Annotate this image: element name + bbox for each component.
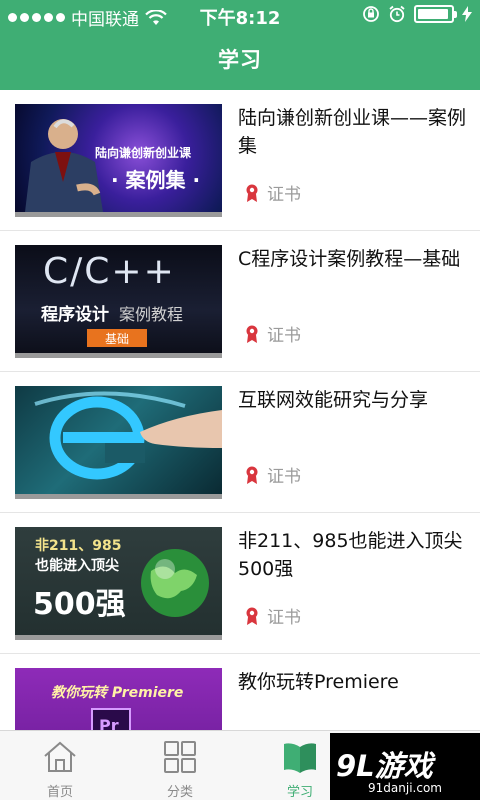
certificate-label: 证书 bbox=[267, 185, 301, 205]
thumbnail-text: · 案例集 · bbox=[111, 168, 201, 192]
status-icons bbox=[362, 5, 472, 23]
course-thumbnail[interactable]: 非211、985 也能进入顶尖 500强 bbox=[15, 527, 222, 640]
battery-icon bbox=[414, 5, 457, 23]
thumbnail-text: Pr bbox=[99, 716, 119, 730]
course-thumbnail[interactable]: C/C++ 程序设计 案例教程 基础 bbox=[15, 245, 222, 358]
certificate-label: 证书 bbox=[267, 326, 301, 346]
course-thumbnail[interactable]: 陆向谦创新创业课 · 案例集 · bbox=[15, 104, 222, 217]
thumbnail-text: 教你玩转 Premiere bbox=[51, 685, 184, 701]
tab-category[interactable]: 分类 bbox=[120, 731, 240, 800]
certificate-badge: 证书 bbox=[245, 603, 301, 628]
certificate-label: 证书 bbox=[267, 608, 301, 628]
certificate-badge: 证书 bbox=[245, 462, 301, 487]
course-thumbnail[interactable]: 教你玩转 Premiere Pr bbox=[15, 668, 222, 730]
tab-home[interactable]: 首页 bbox=[0, 731, 120, 800]
globe-icon bbox=[141, 549, 209, 617]
certificate-ribbon-icon bbox=[246, 607, 258, 625]
tab-label: 首页 bbox=[46, 785, 73, 800]
course-item[interactable]: 陆向谦创新创业课 · 案例集 · 陆向谦创新创业课——案例集 证书 bbox=[0, 90, 480, 231]
thumbnail-text: 也能进入顶尖 bbox=[35, 558, 119, 574]
thumbnail-text: 陆向谦创新创业课 bbox=[95, 146, 192, 160]
thumbnail-text: 案例教程 bbox=[119, 305, 184, 324]
rotation-lock-icon bbox=[363, 6, 379, 22]
status-bar: 中国联通 下午8:12 bbox=[0, 0, 480, 30]
course-title[interactable]: 教你玩转Premiere bbox=[238, 668, 470, 696]
home-icon bbox=[44, 741, 76, 772]
course-title[interactable]: 互联网效能研究与分享 bbox=[238, 386, 470, 414]
tab-label: 分类 bbox=[166, 785, 193, 800]
thumbnail-text: 基础 bbox=[104, 332, 129, 346]
course-item[interactable]: 非211、985 也能进入顶尖 500强 非211、985也能进入顶尖500强 … bbox=[0, 513, 480, 654]
app-header: 中国联通 下午8:12 学习 bbox=[0, 0, 480, 90]
thumbnail-text: C/C++ bbox=[43, 251, 176, 292]
certificate-badge: 证书 bbox=[245, 180, 301, 205]
site-watermark: 9L游戏 91danji.com bbox=[330, 733, 480, 800]
course-title[interactable]: 陆向谦创新创业课——案例集 bbox=[238, 104, 470, 160]
course-item[interactable]: 互联网效能研究与分享 证书 bbox=[0, 372, 480, 513]
watermark-url: 91danji.com bbox=[368, 781, 442, 795]
certificate-ribbon-icon bbox=[246, 184, 258, 202]
internet-explorer-logo-icon bbox=[34, 391, 222, 480]
level-tag: 基础 bbox=[87, 329, 147, 347]
charging-bolt-icon bbox=[462, 6, 472, 22]
watermark-logo: 9L游戏 bbox=[336, 749, 433, 783]
certificate-ribbon-icon bbox=[246, 466, 258, 484]
course-title[interactable]: 非211、985也能进入顶尖500强 bbox=[238, 527, 470, 583]
course-title[interactable]: C程序设计案例教程—基础 bbox=[238, 245, 470, 273]
course-item[interactable]: C/C++ 程序设计 案例教程 基础 C程序设计案例教程—基础 证书 bbox=[0, 231, 480, 372]
thumbnail-text: 非211、985 bbox=[35, 538, 122, 554]
course-list[interactable]: 陆向谦创新创业课 · 案例集 · 陆向谦创新创业课——案例集 证书 C/C++ … bbox=[0, 90, 480, 730]
page-title: 学习 bbox=[218, 48, 262, 72]
grid-icon bbox=[164, 741, 196, 773]
certificate-label: 证书 bbox=[267, 467, 301, 487]
certificate-badge: 证书 bbox=[245, 321, 301, 346]
course-item[interactable]: 教你玩转 Premiere Pr 教你玩转Premiere bbox=[0, 654, 480, 730]
thumbnail-text: 500强 bbox=[33, 587, 126, 622]
thumbnail-text: 程序设计 bbox=[41, 305, 109, 325]
certificate-ribbon-icon bbox=[246, 325, 258, 343]
premiere-logo-icon: Pr bbox=[91, 708, 131, 730]
alarm-icon bbox=[389, 5, 405, 23]
course-thumbnail[interactable] bbox=[15, 386, 222, 499]
book-icon bbox=[284, 743, 316, 773]
